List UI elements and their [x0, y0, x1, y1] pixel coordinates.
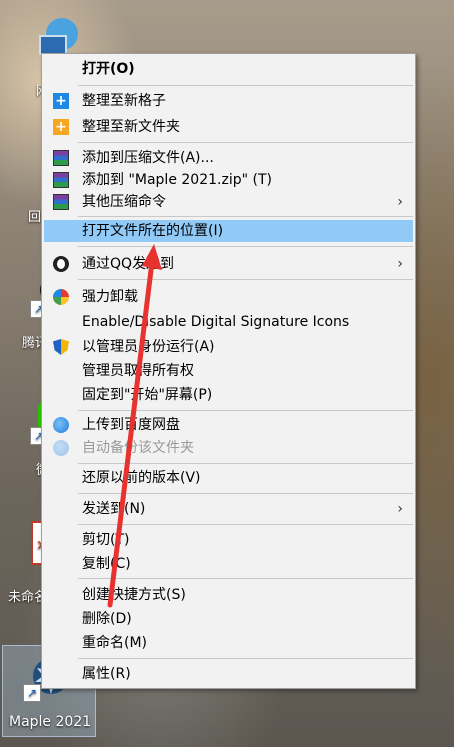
- menu-item-label: 属性(R): [82, 666, 131, 682]
- context-menu: 打开(O) + 整理至新格子 + 整理至新文件夹 添加到压缩文件(A)... 添…: [41, 53, 416, 689]
- menu-item-restore-versions[interactable]: 还原以前的版本(V): [44, 467, 413, 489]
- uac-shield-icon: [53, 339, 69, 355]
- chevron-right-icon: ›: [397, 501, 403, 517]
- menu-item-pin-to-start[interactable]: 固定到"开始"屏幕(P): [44, 384, 413, 406]
- menu-item-delete[interactable]: 删除(D): [44, 608, 413, 630]
- menu-item-rename[interactable]: 重命名(M): [44, 632, 413, 654]
- menu-item-label: 其他压缩命令: [82, 194, 166, 210]
- menu-item-add-archive[interactable]: 添加到压缩文件(A)...: [44, 147, 413, 169]
- winrar-icon: [53, 194, 69, 210]
- menu-item-create-shortcut[interactable]: 创建快捷方式(S): [44, 584, 413, 606]
- menu-separator: [78, 246, 413, 247]
- menu-separator: [78, 279, 413, 280]
- menu-item-label: 以管理员身份运行(A): [82, 339, 215, 355]
- menu-item-label: 剪切(T): [82, 532, 130, 548]
- menu-item-label: 通过QQ发送到: [82, 256, 175, 272]
- plus-orange-icon: +: [53, 119, 69, 135]
- menu-item-label: 重命名(M): [82, 635, 148, 651]
- menu-separator: [78, 216, 413, 217]
- menu-separator: [78, 410, 413, 411]
- shortcut-arrow-icon: ↗: [23, 684, 41, 702]
- menu-item-label: 整理至新文件夹: [82, 119, 180, 135]
- menu-separator: [78, 463, 413, 464]
- menu-separator: [78, 493, 413, 494]
- menu-item-label: 复制(C): [82, 556, 131, 572]
- uninstall-icon: [53, 289, 69, 305]
- menu-item-other-compress[interactable]: 其他压缩命令 ›: [44, 191, 413, 213]
- menu-item-take-ownership[interactable]: 管理员取得所有权: [44, 360, 413, 382]
- menu-item-label: 整理至新格子: [82, 93, 166, 109]
- winrar-icon: [53, 172, 69, 188]
- menu-separator: [78, 85, 413, 86]
- menu-item-label: 自动备份该文件夹: [82, 440, 194, 456]
- menu-item-label: 打开(O): [82, 61, 135, 77]
- menu-item-run-as-admin[interactable]: 以管理员身份运行(A): [44, 336, 413, 358]
- menu-item-new-grid[interactable]: + 整理至新格子: [44, 90, 413, 112]
- baidu-cloud-icon: [53, 417, 69, 433]
- menu-item-label: Enable/Disable Digital Signature Icons: [82, 314, 350, 330]
- desktop-icon-label: 回: [28, 210, 42, 225]
- menu-item-label: 打开文件所在的位置(I): [82, 223, 224, 239]
- menu-item-copy[interactable]: 复制(C): [44, 553, 413, 575]
- menu-item-label: 上传到百度网盘: [82, 417, 180, 433]
- menu-item-label: 管理员取得所有权: [82, 363, 194, 379]
- menu-item-open[interactable]: 打开(O): [44, 58, 413, 80]
- menu-item-add-zip[interactable]: 添加到 "Maple 2021.zip" (T): [44, 169, 413, 191]
- plus-blue-icon: +: [53, 93, 69, 109]
- menu-item-new-folder[interactable]: + 整理至新文件夹: [44, 116, 413, 138]
- menu-item-label: 还原以前的版本(V): [82, 470, 201, 486]
- menu-item-label: 添加到 "Maple 2021.zip" (T): [82, 172, 272, 188]
- menu-item-force-uninstall[interactable]: 强力卸载: [44, 286, 413, 308]
- winrar-icon: [53, 150, 69, 166]
- menu-item-send-via-qq[interactable]: 通过QQ发送到 ›: [44, 253, 413, 275]
- menu-item-auto-backup: 自动备份该文件夹: [44, 437, 413, 459]
- menu-separator: [78, 142, 413, 143]
- menu-item-send-to[interactable]: 发送到(N) ›: [44, 498, 413, 520]
- baidu-cloud-icon: [53, 440, 69, 456]
- menu-item-label: 发送到(N): [82, 501, 146, 517]
- menu-separator: [78, 658, 413, 659]
- menu-item-label: 添加到压缩文件(A)...: [82, 150, 214, 166]
- desktop-icon-label: Maple 2021: [9, 714, 92, 730]
- menu-item-label: 强力卸载: [82, 289, 138, 305]
- menu-item-label: 创建快捷方式(S): [82, 587, 186, 603]
- menu-item-label: 固定到"开始"屏幕(P): [82, 387, 213, 403]
- menu-item-open-file-location[interactable]: 打开文件所在的位置(I): [44, 220, 413, 242]
- menu-separator: [78, 524, 413, 525]
- menu-item-properties[interactable]: 属性(R): [44, 663, 413, 685]
- menu-separator: [78, 578, 413, 579]
- menu-item-label: 删除(D): [82, 611, 132, 627]
- chevron-right-icon: ›: [397, 256, 403, 272]
- menu-item-upload-baidu[interactable]: 上传到百度网盘: [44, 414, 413, 436]
- menu-item-cut[interactable]: 剪切(T): [44, 529, 413, 551]
- menu-item-digital-signature[interactable]: Enable/Disable Digital Signature Icons: [44, 311, 413, 333]
- chevron-right-icon: ›: [397, 194, 403, 210]
- qq-icon: [53, 256, 69, 272]
